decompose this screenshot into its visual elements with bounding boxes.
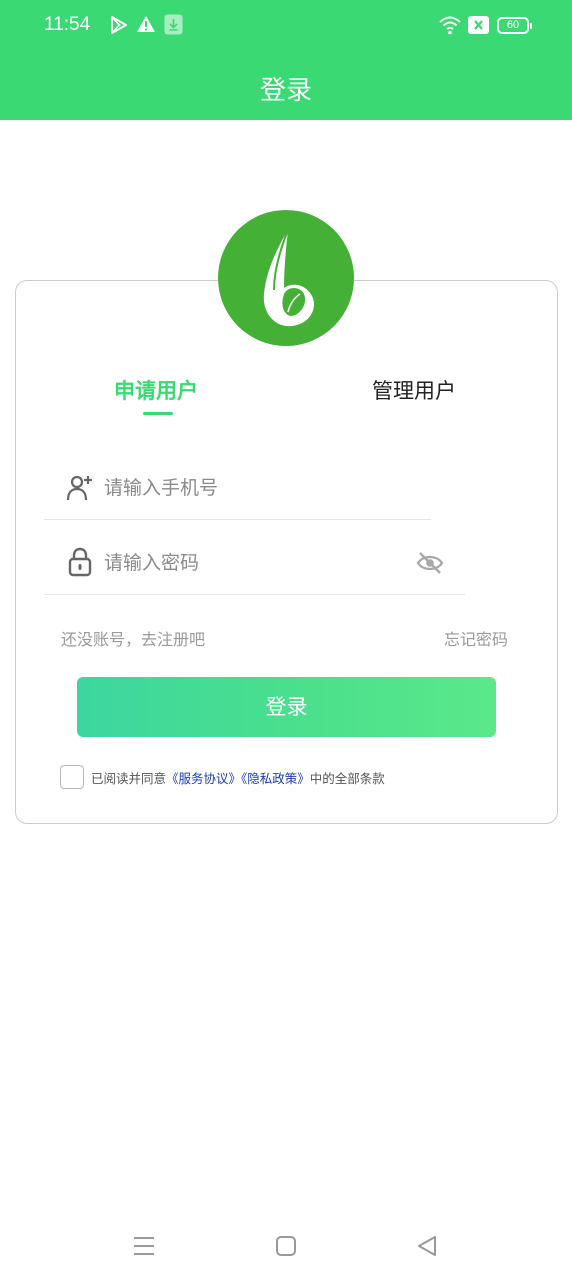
home-icon[interactable] (275, 1234, 297, 1258)
agreement-checkbox[interactable] (60, 765, 84, 789)
agreement-prefix: 已阅读并同意 (91, 771, 167, 786)
system-nav-bar (0, 1220, 572, 1280)
login-button[interactable]: 登录 (77, 677, 496, 737)
battery-icon: 60 (497, 17, 532, 34)
back-icon[interactable] (416, 1234, 438, 1258)
menu-icon[interactable] (133, 1234, 155, 1258)
close-box-icon (468, 16, 489, 34)
app-bar: 登录 (0, 52, 572, 120)
leaf-logo-icon (263, 229, 314, 327)
play-store-icon (111, 16, 127, 34)
agreement-text: 已阅读并同意《服务协议》《隐私政策》中的全部条款 (91, 768, 385, 787)
tab-indicator (143, 412, 173, 415)
phone-divider (44, 519, 431, 520)
warning-icon (137, 16, 155, 32)
forgot-password-link[interactable]: 忘记密码 (444, 626, 508, 650)
agreement-suffix: 中的全部条款 (309, 771, 385, 786)
phone-input[interactable] (104, 474, 424, 502)
tab-admin-user[interactable]: 管理用户 (372, 375, 456, 405)
tab-apply-user[interactable]: 申请用户 (114, 375, 198, 405)
password-divider (44, 594, 465, 595)
privacy-policy-link[interactable]: 《隐私政策》 (241, 771, 310, 786)
page-title: 登录 (259, 76, 312, 106)
app-logo (218, 210, 354, 346)
download-icon (164, 14, 183, 35)
password-input[interactable] (104, 549, 404, 577)
add-user-icon (66, 475, 92, 501)
status-bar: 11:54 60 (0, 0, 572, 52)
register-link[interactable]: 还没账号，去注册吧 (61, 626, 205, 650)
eye-off-icon[interactable] (416, 550, 444, 576)
status-time: 11:54 (44, 14, 91, 35)
wifi-icon (439, 16, 461, 35)
service-agreement-link[interactable]: 《服务协议》 (166, 771, 241, 786)
lock-icon (68, 547, 92, 577)
